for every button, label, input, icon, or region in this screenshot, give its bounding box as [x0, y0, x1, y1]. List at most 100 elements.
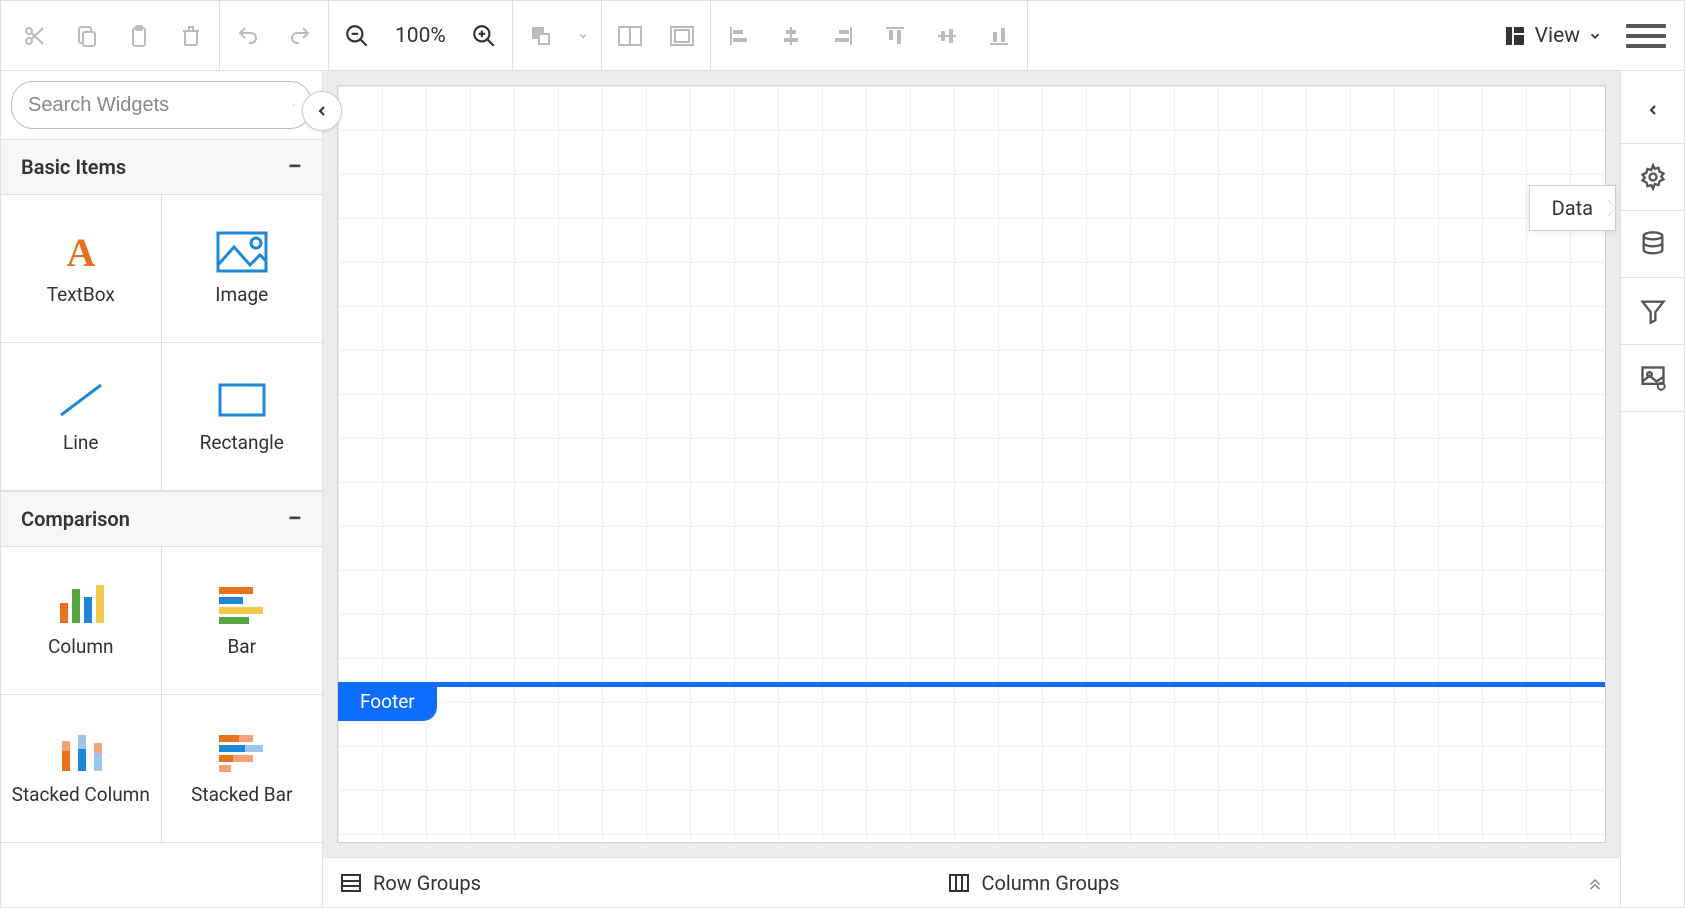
copy-icon: [75, 24, 99, 48]
history-group: [220, 1, 329, 70]
data-tooltip: Data: [1529, 185, 1616, 231]
footer-section-divider[interactable]: Footer: [338, 682, 1605, 687]
align-top-icon: [884, 25, 906, 47]
image-manager-tab[interactable]: [1629, 349, 1677, 407]
widget-column[interactable]: Column: [1, 547, 162, 695]
search-wrap: [1, 71, 322, 139]
properties-tab[interactable]: [1629, 148, 1677, 206]
search-icon: [293, 94, 295, 116]
order-group: [513, 1, 602, 70]
collapse-icon: −: [287, 504, 302, 534]
app-root: 100%: [0, 0, 1685, 908]
row-groups-label: Row Groups: [373, 871, 481, 895]
data-tab[interactable]: [1629, 215, 1677, 273]
rectangle-icon: [214, 378, 270, 422]
section-title: Comparison: [21, 507, 130, 531]
stacked-column-icon: [53, 730, 109, 774]
undo-icon: [236, 24, 260, 48]
svg-text:A: A: [66, 230, 95, 274]
widget-bar[interactable]: Bar: [162, 547, 323, 695]
funnel-icon: [1639, 297, 1667, 325]
widget-label: Bar: [227, 636, 256, 659]
chevron-down-icon: [577, 30, 589, 42]
send-to-back-button[interactable]: [521, 16, 561, 56]
trash-icon: [179, 24, 203, 48]
column-groups-section[interactable]: Column Groups: [947, 871, 1119, 895]
search-input[interactable]: [28, 94, 293, 117]
widget-stacked-column[interactable]: Stacked Column: [1, 695, 162, 843]
widget-stacked-bar[interactable]: Stacked Bar: [162, 695, 323, 843]
size-height-button[interactable]: [662, 16, 702, 56]
search-box[interactable]: [11, 81, 312, 129]
align-middle-button[interactable]: [927, 16, 967, 56]
widget-label: Column: [48, 636, 113, 659]
clipboard-group: [7, 1, 220, 70]
filter-tab[interactable]: [1629, 282, 1677, 340]
chevron-left-icon: [1645, 102, 1661, 118]
collapse-icon: −: [287, 152, 302, 182]
align-center-button[interactable]: [771, 16, 811, 56]
image-icon: [214, 230, 270, 274]
width-icon: [617, 25, 643, 47]
widget-label: Line: [63, 432, 98, 455]
right-sidebar: Data: [1620, 71, 1684, 907]
align-right-button[interactable]: [823, 16, 863, 56]
align-center-icon: [780, 25, 802, 47]
align-middle-icon: [936, 25, 958, 47]
tooltip-text: Data: [1552, 196, 1593, 220]
paste-button[interactable]: [119, 16, 159, 56]
layers-icon: [529, 24, 553, 48]
column-chart-icon: [53, 582, 109, 626]
zoom-out-button[interactable]: [337, 16, 377, 56]
footer-tab[interactable]: Footer: [338, 682, 437, 721]
image-settings-icon: [1639, 364, 1667, 392]
widget-label: Image: [215, 284, 268, 307]
align-left-button[interactable]: [719, 16, 759, 56]
section-comparison-header[interactable]: Comparison −: [1, 491, 322, 547]
align-right-icon: [832, 25, 854, 47]
widget-image[interactable]: Image: [162, 195, 323, 343]
design-surface[interactable]: Footer: [337, 85, 1606, 843]
hamburger-line: [1626, 34, 1666, 38]
zoom-in-button[interactable]: [464, 16, 504, 56]
order-dropdown[interactable]: [573, 16, 593, 56]
bar-chart-icon: [214, 582, 270, 626]
zoom-in-icon: [471, 23, 497, 49]
scissors-icon: [23, 24, 47, 48]
footer-line: [338, 682, 1605, 687]
sidebar-collapse-button[interactable]: [302, 91, 342, 131]
cut-button[interactable]: [15, 16, 55, 56]
widget-line[interactable]: Line: [1, 343, 162, 491]
widget-rectangle[interactable]: Rectangle: [162, 343, 323, 491]
column-groups-label: Column Groups: [981, 871, 1119, 895]
main-area: Basic Items − A TextBox Image: [1, 71, 1684, 907]
redo-icon: [288, 24, 312, 48]
canvas-viewport[interactable]: Footer: [323, 71, 1620, 857]
delete-button[interactable]: [171, 16, 211, 56]
hamburger-line: [1626, 24, 1666, 28]
menu-button[interactable]: [1626, 16, 1666, 56]
align-bottom-button[interactable]: [979, 16, 1019, 56]
line-icon: [53, 378, 109, 422]
widget-label: TextBox: [47, 284, 115, 307]
align-top-button[interactable]: [875, 16, 915, 56]
undo-button[interactable]: [228, 16, 268, 56]
rightbar-collapse-button[interactable]: [1629, 81, 1677, 139]
database-icon: [1639, 230, 1667, 258]
row-groups-section[interactable]: Row Groups: [339, 871, 481, 895]
widget-label: Stacked Column: [12, 784, 150, 807]
expand-groups-button[interactable]: [1586, 874, 1604, 892]
align-bottom-icon: [988, 25, 1010, 47]
redo-button[interactable]: [280, 16, 320, 56]
size-width-button[interactable]: [610, 16, 650, 56]
top-toolbar: 100%: [1, 1, 1684, 71]
copy-button[interactable]: [67, 16, 107, 56]
widget-label: Stacked Bar: [191, 784, 292, 807]
widget-sidebar: Basic Items − A TextBox Image: [1, 71, 323, 907]
clipboard-icon: [127, 24, 151, 48]
widget-textbox[interactable]: A TextBox: [1, 195, 162, 343]
view-dropdown[interactable]: View: [1491, 24, 1614, 48]
groups-panel: Row Groups Column Groups: [323, 857, 1620, 907]
zoom-level-label: 100%: [389, 24, 452, 48]
section-basic-items-header[interactable]: Basic Items −: [1, 139, 322, 195]
